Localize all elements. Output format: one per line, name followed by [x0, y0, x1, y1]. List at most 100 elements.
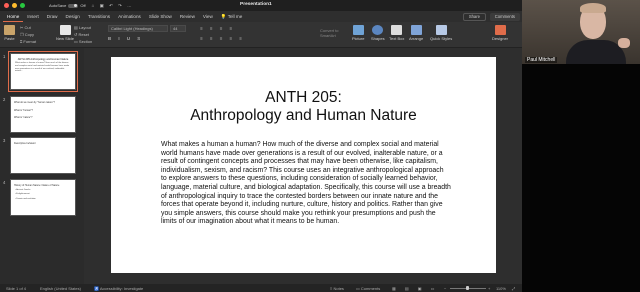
layout-icon: ▤ — [74, 25, 78, 30]
arrange-label: Arrange — [409, 36, 424, 41]
comments-button[interactable]: Comments — [489, 13, 520, 21]
section-icon: ▭ — [74, 39, 78, 44]
zoom-slider[interactable] — [450, 286, 486, 290]
participant-video — [522, 0, 640, 64]
close-window-button[interactable] — [4, 3, 9, 8]
tab-slide-show[interactable]: Slide Show — [145, 11, 176, 22]
quick-styles-button[interactable]: Quick Styles — [430, 25, 452, 41]
thumbnail-line: Descriptive behavior — [14, 142, 36, 145]
thumbnail-number: 1 — [3, 54, 6, 59]
text-format-buttons[interactable]: B I U S — [108, 36, 143, 41]
shapes-button[interactable]: Shapes — [371, 25, 385, 41]
format-label: Format — [23, 39, 37, 44]
new-slide-label: New Slide — [56, 36, 75, 41]
shapes-label: Shapes — [371, 36, 385, 41]
autosave-toggle[interactable] — [68, 3, 79, 8]
reset-label: Reset — [78, 32, 89, 37]
thumbnail-number: 3 — [3, 138, 6, 143]
copy-button[interactable]: ❐ Copy — [20, 32, 34, 37]
arrange-icon — [410, 25, 422, 35]
tab-tell-me[interactable]: 💡 Tell me — [217, 11, 247, 22]
minimize-window-button[interactable] — [12, 3, 17, 8]
tab-animations[interactable]: Animations — [114, 11, 145, 22]
thumbnail-line: • Darwin and evolution — [15, 198, 36, 201]
powerpoint-window: AutoSave Off ⌂ ▣ ↶ ↷ … Presentation1 Hom… — [0, 0, 522, 292]
language-indicator[interactable]: English (United States) — [40, 286, 81, 291]
status-comments-button[interactable]: ▭ Comments — [356, 286, 380, 291]
paragraph-buttons[interactable]: ≡ ≡ ≡ ≡ — [200, 26, 235, 31]
layout-button[interactable]: ▤ Layout — [74, 25, 91, 30]
tab-design[interactable]: Design — [62, 11, 84, 22]
autosave-label: AutoSave — [49, 3, 67, 8]
notes-icon: ≡ — [330, 285, 333, 291]
thumbnail-line: What do we mean by "human nature"? — [14, 101, 55, 104]
slide-title-line-1: ANTH 205: — [265, 89, 342, 106]
slide-thumbnail-4[interactable]: History of Human Nature: Nature of Natur… — [10, 179, 76, 216]
new-slide-button[interactable]: New Slide — [56, 25, 74, 41]
cut-button[interactable]: ✂ Cut — [20, 25, 31, 30]
quick-styles-label: Quick Styles — [430, 36, 453, 41]
participant-hand — [618, 38, 630, 48]
thumbnail-line: History of Human Nature: Nature of Natur… — [14, 184, 60, 187]
slide-title-placeholder[interactable]: ANTH 205: Anthropology and Human Nature — [111, 89, 496, 125]
view-buttons[interactable]: ▦ ▤ ▣ ▭ — [392, 286, 438, 291]
reset-icon: ↺ — [74, 32, 78, 37]
lightbulb-icon: 💡 — [220, 14, 227, 19]
current-slide[interactable]: ANTH 205: Anthropology and Human Nature … — [111, 57, 496, 273]
accessibility-icon: ♿ — [94, 285, 99, 291]
zoom-level[interactable]: 110% — [496, 286, 506, 291]
slide-counter: Slide 1 of 4 — [6, 285, 27, 291]
reset-button[interactable]: ↺ Reset — [74, 32, 89, 37]
thumbnail-line: What is "human"? — [14, 108, 33, 112]
thumbnail-title: ANTH 205 Anthropology and Human Nature — [17, 58, 69, 61]
new-slide-icon — [59, 25, 71, 35]
copy-label: Copy — [24, 32, 35, 37]
slide-body-text[interactable]: What makes a human a human? How much of … — [161, 141, 451, 227]
zoom-out-button[interactable]: − — [444, 286, 446, 291]
convert-smartart-button[interactable]: Convert to SmartArt — [320, 28, 348, 38]
fit-slide-icon[interactable]: ⤢ — [512, 286, 515, 291]
font-name-select[interactable]: Calibri Light (Headings) — [108, 25, 168, 32]
designer-button[interactable]: Designer — [492, 25, 508, 41]
title-bar: AutoSave Off ⌂ ▣ ↶ ↷ … Presentation1 — [0, 0, 522, 11]
tab-insert[interactable]: Insert — [23, 11, 43, 22]
text-box-button[interactable]: Text Box — [389, 25, 404, 41]
alignment-buttons[interactable]: ≡ ≡ ≡ ≡ ≡ — [200, 36, 245, 41]
slide-editing-area: ANTH 205: Anthropology and Human Nature … — [84, 48, 522, 284]
thumbnail-number: 4 — [3, 180, 6, 185]
status-comments-label: Comments — [360, 285, 381, 291]
thumbnail-number: 2 — [3, 97, 6, 102]
tab-draw[interactable]: Draw — [43, 11, 62, 22]
brush-icon: ⌗ — [20, 39, 23, 44]
text-box-label: Text Box — [389, 36, 405, 41]
slide-thumbnail-2[interactable]: What do we mean by "human nature"? What … — [10, 96, 76, 133]
section-button[interactable]: ▭ Section — [74, 39, 92, 44]
autosave-control[interactable]: AutoSave Off — [49, 3, 86, 8]
zoom-window-button[interactable] — [20, 3, 25, 8]
arrange-button[interactable]: Arrange — [409, 25, 423, 41]
layout-label: Layout — [78, 25, 91, 30]
zoom-in-button[interactable]: + — [488, 286, 490, 291]
section-label: Section — [78, 39, 93, 44]
slide-thumbnail-3[interactable]: Descriptive behavior — [10, 137, 76, 174]
slide-thumbnails-pane: 1 ANTH 205 Anthropology and Human Nature… — [0, 48, 84, 284]
ribbon-tabs: Home Insert Draw Design Transitions Anim… — [0, 11, 522, 22]
picture-button[interactable]: Picture — [352, 25, 364, 41]
slide-thumbnail-1[interactable]: ANTH 205 Anthropology and Human Nature W… — [8, 51, 78, 92]
accessibility-status[interactable]: ♿ Accessibility: Investigate — [94, 286, 143, 291]
font-size-select[interactable]: 44 — [170, 25, 186, 32]
quick-access-icons[interactable]: ⌂ ▣ ↶ ↷ … — [92, 3, 134, 9]
tab-transitions[interactable]: Transitions — [84, 11, 114, 22]
participant-body — [566, 40, 626, 64]
video-call-panel: Paul Mitchell — [522, 0, 640, 292]
tab-home[interactable]: Home — [3, 11, 24, 22]
shapes-icon — [372, 25, 384, 35]
notes-button[interactable]: ≡ Notes — [330, 286, 344, 291]
quick-styles-icon — [435, 25, 447, 35]
format-painter-button[interactable]: ⌗ Format — [20, 39, 36, 44]
tab-review[interactable]: Review — [176, 11, 199, 22]
designer-icon — [494, 25, 506, 35]
paste-button[interactable]: Paste — [4, 25, 15, 41]
share-button[interactable]: Share — [462, 13, 486, 21]
tab-view[interactable]: View — [199, 11, 217, 22]
